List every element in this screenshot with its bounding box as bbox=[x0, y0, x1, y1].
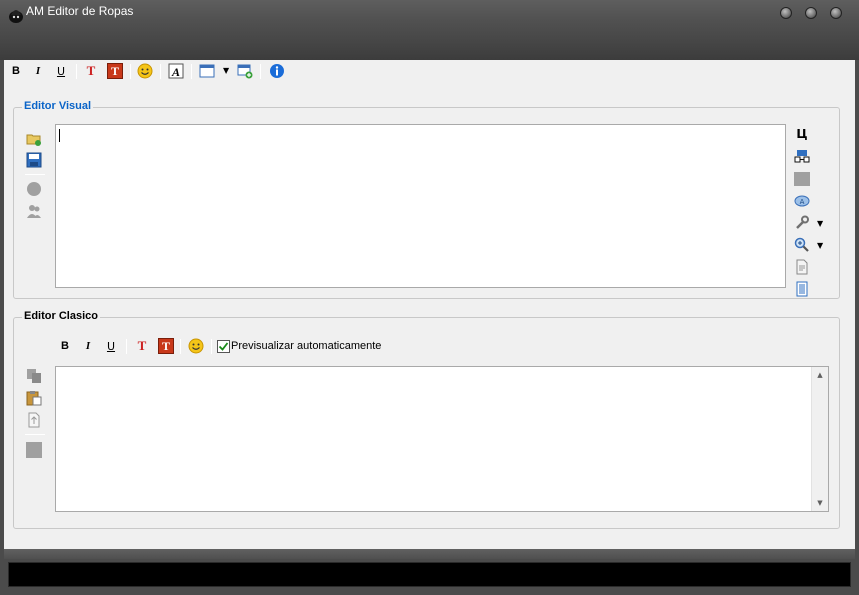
text-caret bbox=[59, 129, 60, 142]
toolbar-separator bbox=[126, 339, 127, 354]
svg-text:A: A bbox=[171, 65, 180, 79]
bottom-frame bbox=[4, 549, 855, 559]
open-folder-icon[interactable] bbox=[26, 131, 42, 147]
classic-background-color-button[interactable]: T bbox=[158, 338, 174, 354]
status-bar bbox=[8, 562, 851, 587]
toolbar-separator bbox=[130, 64, 131, 79]
auto-preview-label[interactable]: Previsualizar automaticamente bbox=[231, 340, 381, 352]
zoom-icon[interactable] bbox=[794, 237, 810, 253]
window-view-dropdown-icon[interactable]: ▼ bbox=[223, 67, 231, 75]
app-window: AM Editor de Ropas B I U T T A ▼ Editor … bbox=[0, 0, 859, 595]
text-color-button[interactable]: T bbox=[83, 63, 99, 79]
main-toolbar: B I U T T A ▼ bbox=[4, 60, 855, 82]
window-view-icon[interactable] bbox=[199, 63, 215, 79]
wrench-icon[interactable] bbox=[794, 215, 810, 231]
import-icon[interactable] bbox=[26, 412, 42, 428]
app-hat-icon bbox=[9, 10, 23, 23]
font-icon[interactable]: A bbox=[168, 63, 184, 79]
tool-separator bbox=[25, 174, 45, 175]
classic-italic-button[interactable]: I bbox=[80, 338, 96, 354]
italic-button[interactable]: I bbox=[30, 63, 46, 79]
checkmark-icon bbox=[218, 342, 229, 351]
bold-button[interactable]: B bbox=[8, 63, 24, 79]
close-button[interactable] bbox=[830, 7, 842, 19]
scroll-down-icon[interactable]: ▼ bbox=[812, 495, 828, 511]
window-title: AM Editor de Ropas bbox=[26, 4, 134, 18]
maximize-button[interactable] bbox=[805, 7, 817, 19]
background-color-button[interactable]: T bbox=[107, 63, 123, 79]
minimize-button[interactable] bbox=[780, 7, 792, 19]
svg-text:A: A bbox=[800, 198, 805, 206]
toolbar-separator bbox=[211, 339, 212, 354]
classic-emoticon-icon[interactable] bbox=[188, 338, 204, 354]
visual-editor-group: Editor Visual Ц A ▼ ▼ bbox=[13, 100, 840, 299]
tool-separator bbox=[25, 434, 45, 435]
toolbar-separator bbox=[260, 64, 261, 79]
link-icon[interactable] bbox=[794, 149, 810, 165]
square-icon[interactable] bbox=[26, 442, 42, 458]
rectangle-icon[interactable] bbox=[794, 171, 810, 187]
visual-editor-legend: Editor Visual bbox=[22, 100, 94, 112]
add-window-icon[interactable] bbox=[237, 63, 253, 79]
classic-editor-group: Editor Clasico B I U T T Previsualizar a… bbox=[13, 310, 840, 529]
classic-underline-button[interactable]: U bbox=[103, 338, 119, 354]
toolbar-separator bbox=[180, 339, 181, 354]
scroll-up-icon[interactable]: ▲ bbox=[812, 367, 828, 383]
underline-button[interactable]: U bbox=[53, 63, 69, 79]
toolbar-separator bbox=[191, 64, 192, 79]
visual-editor-area[interactable] bbox=[55, 124, 786, 288]
title-bar[interactable]: AM Editor de Ropas bbox=[0, 0, 859, 60]
emoticon-icon[interactable] bbox=[137, 63, 153, 79]
classic-text-color-button[interactable]: T bbox=[134, 338, 150, 354]
wrench-dropdown-icon[interactable]: ▼ bbox=[817, 220, 825, 228]
zoom-dropdown-icon[interactable]: ▼ bbox=[817, 242, 825, 250]
toolbar-separator bbox=[160, 64, 161, 79]
save-disk-icon[interactable] bbox=[26, 152, 42, 168]
circle-icon[interactable] bbox=[26, 181, 42, 197]
cyrillic-char-icon[interactable]: Ц bbox=[794, 127, 810, 143]
auto-preview-checkbox[interactable] bbox=[217, 340, 230, 353]
list-document-icon[interactable] bbox=[794, 281, 810, 297]
paste-icon[interactable] bbox=[26, 390, 42, 406]
classic-editor-legend: Editor Clasico bbox=[22, 310, 100, 322]
info-icon[interactable] bbox=[269, 63, 285, 79]
users-icon[interactable] bbox=[26, 203, 42, 219]
document-icon[interactable] bbox=[794, 259, 810, 275]
classic-editor-area[interactable]: ▲ ▼ bbox=[55, 366, 829, 512]
client-area: B I U T T A ▼ Editor Visual Ц A ▼ ▼ Edit… bbox=[4, 60, 855, 549]
classic-bold-button[interactable]: B bbox=[57, 338, 73, 354]
toolbar-separator bbox=[76, 64, 77, 79]
copy-icon[interactable] bbox=[26, 368, 42, 384]
vertical-scrollbar[interactable]: ▲ ▼ bbox=[811, 367, 828, 511]
globe-icon[interactable]: A bbox=[794, 193, 810, 209]
